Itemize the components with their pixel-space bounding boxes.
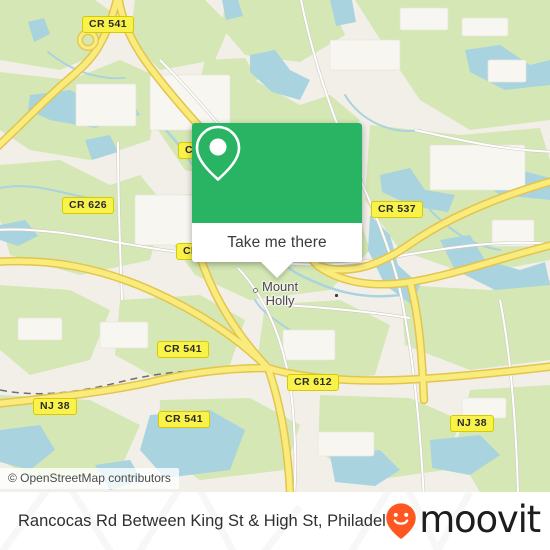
moovit-smiley-pin-icon <box>386 503 416 540</box>
location-title: Rancocas Rd Between King St & High St, P… <box>18 511 387 530</box>
take-me-there-label: Take me there <box>227 233 327 251</box>
road-shield[interactable]: CR 541 <box>158 411 211 428</box>
footer-bar: Rancocas Rd Between King St & High St, P… <box>0 492 550 550</box>
moovit-brand[interactable]: moovit <box>384 497 541 541</box>
moovit-map-screenshot: CR 541 CR 626 CR 537 CR 541 CR 612 NJ 38… <box>0 0 550 550</box>
place-label-line1: Mount <box>262 279 299 294</box>
road-shield[interactable]: NJ 38 <box>450 415 495 432</box>
road-shield[interactable]: CR 537 <box>371 201 424 218</box>
road-shield[interactable]: CR 612 <box>287 374 340 391</box>
footer-content: Rancocas Rd Between King St & High St, P… <box>0 492 550 550</box>
road-shield[interactable]: CR 626 <box>62 197 115 214</box>
road-shield[interactable]: NJ 38 <box>33 398 78 415</box>
location-popup-card[interactable]: Take me there <box>192 123 362 278</box>
map-attribution[interactable]: © OpenStreetMap contributors <box>0 468 179 489</box>
poi-dot <box>335 294 338 297</box>
road-shield[interactable]: CR 541 <box>157 341 210 358</box>
map-pin-icon <box>195 125 241 181</box>
map-canvas[interactable]: CR 541 CR 626 CR 537 CR 541 CR 612 NJ 38… <box>0 0 550 492</box>
popup-pointer <box>261 262 293 278</box>
place-label-mount-holly: Mount Holly <box>262 280 298 307</box>
road-shield[interactable]: CR 541 <box>82 16 135 33</box>
place-dot-mount-holly <box>253 288 258 293</box>
moovit-wordmark: moovit <box>419 497 541 541</box>
popup-image-area <box>192 123 362 223</box>
popup-action-area[interactable]: Take me there <box>192 223 362 278</box>
place-label-line2: Holly <box>265 292 295 308</box>
